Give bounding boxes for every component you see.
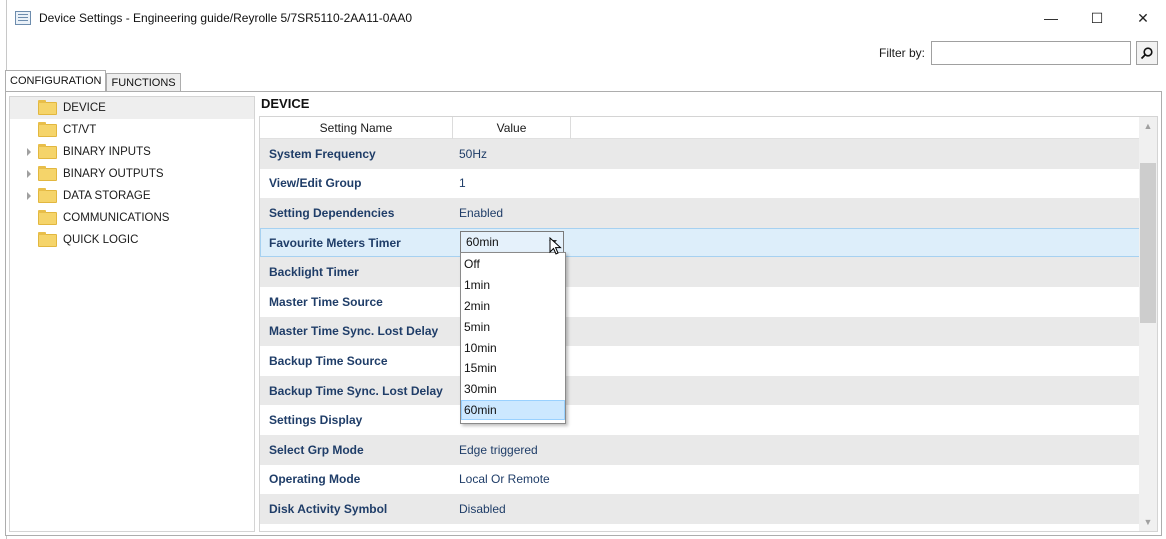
table-row[interactable]: Operating Mode Local Or Remote (260, 465, 1140, 495)
table-row[interactable]: Master Time Sync. Lost Delay (260, 316, 1140, 347)
tree-item-label: BINARY INPUTS (63, 146, 151, 158)
tree-item-quick-logic[interactable]: QUICK LOGIC (10, 229, 254, 251)
combo-selected-value: 60min (466, 235, 499, 249)
setting-value[interactable]: 1 (453, 176, 466, 190)
setting-name: Select Grp Mode (269, 442, 364, 457)
table-row[interactable]: Master Time Source (260, 287, 1140, 317)
grid-header: Setting Name Value (260, 117, 1140, 139)
tab-functions[interactable]: FUNCTIONS (106, 73, 181, 91)
tree-item-label: BINARY OUTPUTS (63, 168, 164, 180)
table-row[interactable]: Settings Display (260, 405, 1140, 435)
setting-name: Backlight Timer (269, 265, 359, 280)
filter-input[interactable] (931, 41, 1131, 65)
window-title: Device Settings - Engineering guide/Reyr… (39, 11, 413, 25)
table-row[interactable]: Setting Dependencies Enabled (260, 198, 1140, 228)
dropdown-option[interactable]: 10min (461, 337, 565, 358)
tree-item-device[interactable]: DEVICE (10, 97, 254, 119)
table-row[interactable]: Disk Activity Symbol Disabled (260, 494, 1140, 524)
tree-item-data-storage[interactable]: DATA STORAGE (10, 185, 254, 207)
column-header-setting-name[interactable]: Setting Name (260, 117, 453, 139)
dropdown-option[interactable]: Off (461, 254, 565, 275)
table-row[interactable]: View/Edit Group 1 (260, 169, 1140, 199)
scroll-down-icon[interactable]: ▼ (1139, 513, 1157, 531)
dropdown-option[interactable]: 1min (461, 275, 565, 296)
tree-item-label: COMMUNICATIONS (63, 212, 170, 224)
tree-item-label: DEVICE (63, 102, 106, 114)
tree-item-ct-vt[interactable]: CT/VT (10, 119, 254, 141)
setting-name: Backup Time Source (269, 353, 388, 368)
tab-configuration[interactable]: CONFIGURATION (5, 70, 107, 91)
column-header-value[interactable]: Value (453, 117, 571, 139)
table-row[interactable]: Backup Time Source (260, 346, 1140, 376)
folder-icon (38, 143, 57, 159)
timer-dropdown-list: Off 1min 2min 5min 10min 15min 30min 60m… (460, 252, 566, 424)
setting-value[interactable]: Edge triggered (453, 443, 538, 457)
table-row-selected[interactable]: Favourite Meters Timer (260, 227, 1140, 258)
title-bar: Device Settings - Engineering guide/Reyr… (7, 0, 1166, 36)
section-title: DEVICE (261, 96, 310, 111)
scroll-up-icon[interactable]: ▲ (1139, 117, 1157, 135)
dropdown-option[interactable]: 2min (461, 296, 565, 317)
filter-search-button[interactable] (1136, 41, 1158, 65)
tree-item-label: CT/VT (63, 124, 97, 136)
tree-item-communications[interactable]: COMMUNICATIONS (10, 207, 254, 229)
tab-strip: CONFIGURATION FUNCTIONS (5, 70, 181, 91)
app-icon (15, 11, 31, 25)
table-row[interactable]: Backlight Timer (260, 257, 1140, 287)
setting-name: Favourite Meters Timer (269, 235, 401, 250)
dropdown-option[interactable]: 15min (461, 358, 565, 379)
dropdown-option[interactable]: 5min (461, 316, 565, 337)
grid-rows: System Frequency 50Hz View/Edit Group 1 … (260, 139, 1140, 524)
folder-icon (38, 165, 57, 181)
setting-name: Master Time Sync. Lost Delay (269, 324, 439, 339)
filter-label: Filter by: (878, 46, 925, 60)
window-controls: — ☐ ✕ (1028, 0, 1166, 36)
setting-value[interactable]: Disabled (453, 502, 506, 516)
folder-icon (38, 209, 57, 225)
filter-bar: Filter by: (879, 40, 1158, 66)
setting-name: Disk Activity Symbol (269, 501, 388, 516)
mouse-cursor-icon (549, 237, 562, 255)
table-row[interactable]: Backup Time Sync. Lost Delay (260, 375, 1140, 406)
close-button[interactable]: ✕ (1120, 0, 1166, 36)
setting-name: Backup Time Sync. Lost Delay (269, 383, 443, 398)
tree-item-label: DATA STORAGE (63, 190, 151, 202)
expand-arrow-icon[interactable] (27, 170, 31, 178)
folder-icon (38, 231, 57, 247)
settings-grid: Setting Name Value System Frequency 50Hz… (259, 116, 1158, 532)
setting-name: System Frequency (269, 146, 376, 161)
expand-arrow-icon[interactable] (27, 148, 31, 156)
folder-icon (38, 99, 57, 115)
setting-name: Operating Mode (269, 472, 361, 487)
setting-name: Setting Dependencies (269, 205, 395, 220)
dropdown-option[interactable]: 30min (461, 379, 565, 400)
scroll-thumb[interactable] (1140, 163, 1156, 323)
setting-name: View/Edit Group (269, 176, 362, 191)
setting-value[interactable]: Local Or Remote (453, 472, 550, 486)
folder-icon (38, 121, 57, 137)
settings-tree: DEVICE CT/VT BINARY INPUTS BINARY OUTPUT… (9, 96, 255, 532)
tree-item-binary-inputs[interactable]: BINARY INPUTS (10, 141, 254, 163)
tree-item-label: QUICK LOGIC (63, 234, 139, 246)
setting-name: Settings Display (269, 413, 363, 428)
search-icon (1140, 47, 1153, 60)
table-row[interactable]: System Frequency 50Hz (260, 139, 1140, 169)
folder-icon (38, 187, 57, 203)
dropdown-option-selected[interactable]: 60min (461, 399, 565, 421)
table-row[interactable]: Select Grp Mode Edge triggered (260, 434, 1140, 465)
setting-value[interactable]: 50Hz (453, 147, 487, 161)
vertical-scrollbar[interactable]: ▲ ▼ (1139, 117, 1157, 531)
setting-name: Master Time Source (269, 294, 383, 309)
tree-item-binary-outputs[interactable]: BINARY OUTPUTS (10, 163, 254, 185)
expand-arrow-icon[interactable] (27, 192, 31, 200)
minimize-button[interactable]: — (1028, 0, 1074, 36)
maximize-button[interactable]: ☐ (1074, 0, 1120, 36)
setting-value[interactable]: Enabled (453, 206, 503, 220)
